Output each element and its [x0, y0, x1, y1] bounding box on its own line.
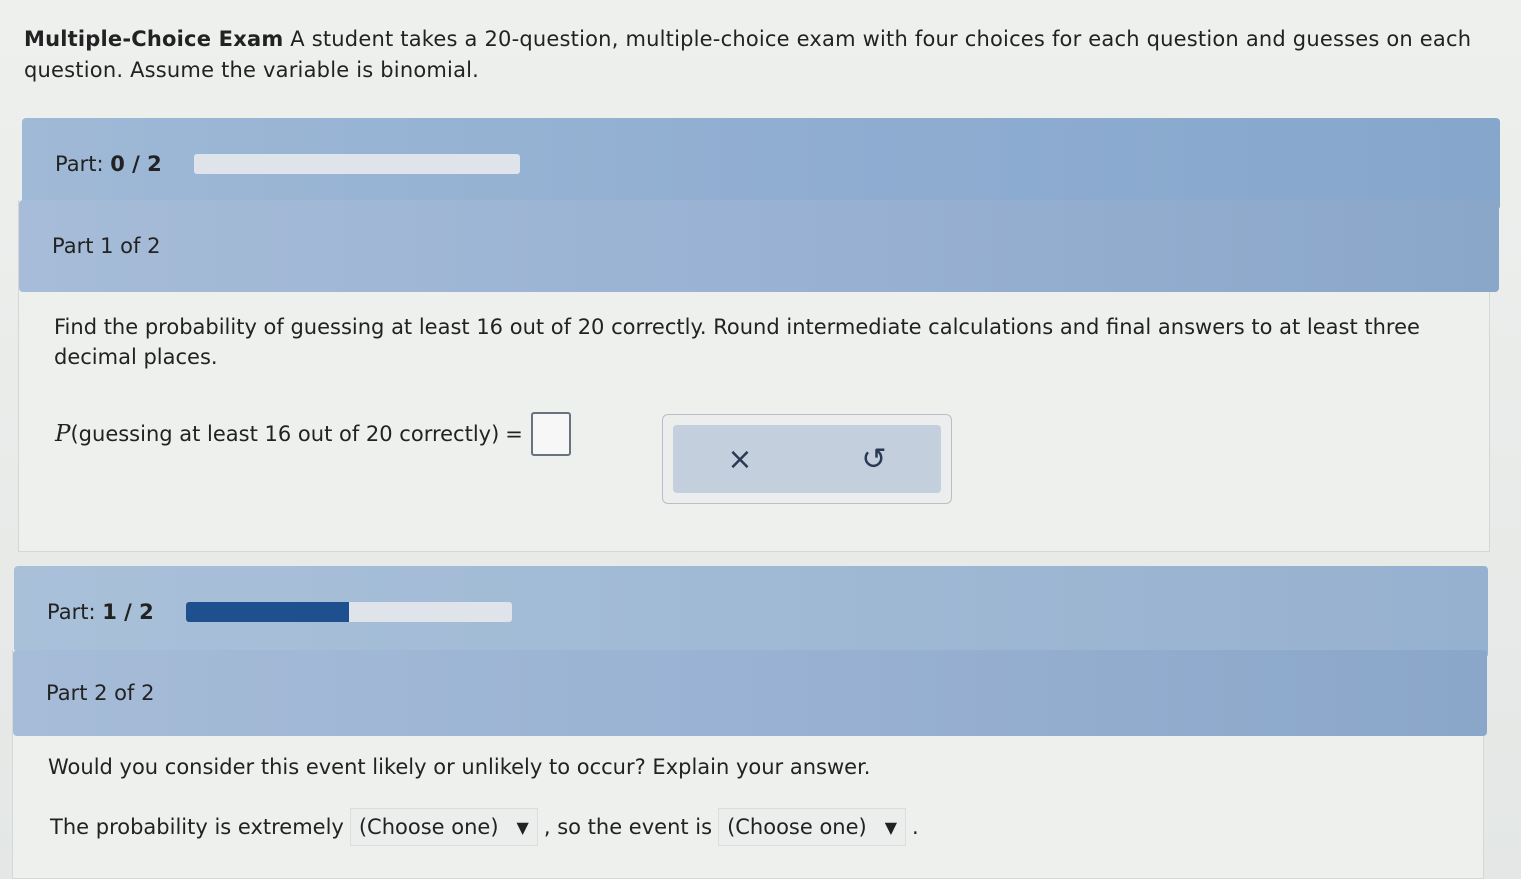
problem-intro: Multiple-Choice Exam A student takes a 2… — [24, 24, 1494, 86]
likelihood-select-1[interactable]: (Choose one) ▼ — [349, 808, 538, 846]
sentence-start: The probability is extremely — [50, 815, 344, 839]
part2-answer-sentence: The probability is extremely (Choose one… — [50, 808, 919, 846]
answer-toolbox: × ↺ — [662, 414, 952, 504]
part-progress-bar-2: Part: 1 / 2 — [14, 566, 1488, 658]
part1-question: Find the probability of guessing at leas… — [54, 315, 1420, 369]
chevron-down-icon: ▼ — [884, 817, 898, 837]
progress-track — [193, 154, 520, 174]
sentence-end: . — [912, 815, 919, 839]
answer-input[interactable] — [530, 412, 571, 456]
part-progress-label: Part: 1 / 2 — [47, 600, 154, 624]
part2-question: Would you consider this event likely or … — [48, 755, 871, 779]
progress-fill — [185, 602, 349, 622]
part-progress-value: 1 / 2 — [102, 600, 154, 624]
part-progress-label: Part: 0 / 2 — [55, 152, 162, 176]
probability-symbol: P — [55, 421, 71, 447]
part-progress-bar-1: Part: 0 / 2 — [22, 118, 1500, 210]
exam-page: Multiple-Choice Exam A student takes a 2… — [0, 0, 1521, 879]
part2-header: Part 2 of 2 — [13, 650, 1487, 736]
chevron-down-icon: ▼ — [516, 817, 529, 837]
part1-answer-row: P (guessing at least 16 out of 20 correc… — [55, 412, 571, 456]
clear-icon[interactable]: × — [710, 434, 770, 484]
equals-sign: = — [505, 422, 523, 446]
part-progress-value: 0 / 2 — [110, 152, 162, 176]
part1-header: Part 1 of 2 — [19, 200, 1499, 292]
sentence-mid: , so the event is — [543, 815, 713, 839]
likelihood-select-2[interactable]: (Choose one) ▼ — [718, 808, 907, 846]
toolbox-inner: × ↺ — [673, 425, 941, 493]
progress-track — [185, 602, 512, 622]
answer-label: (guessing at least 16 out of 20 correctl… — [70, 422, 500, 446]
undo-icon[interactable]: ↺ — [844, 434, 904, 484]
problem-title: Multiple-Choice Exam — [24, 27, 284, 51]
